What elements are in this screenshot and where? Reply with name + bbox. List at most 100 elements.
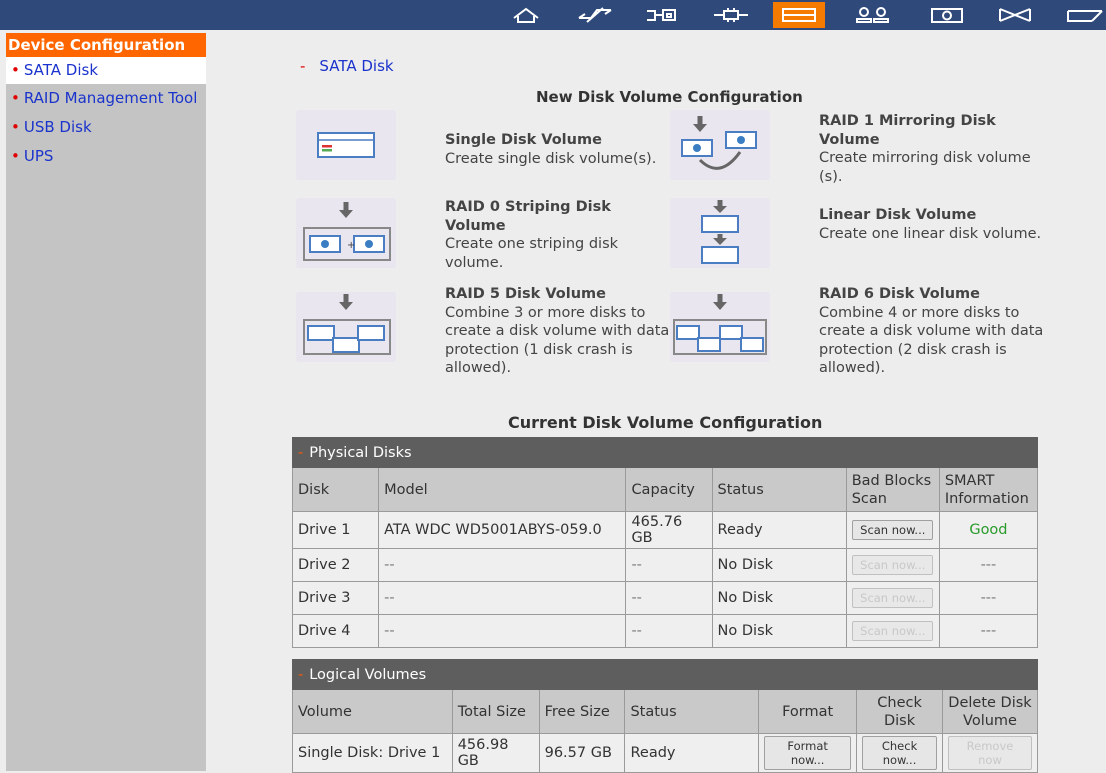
- capacity-cell: --: [625, 614, 713, 648]
- option-title: RAID 0 Striping Disk Volume: [445, 199, 611, 234]
- disk-cell: Drive 1: [291, 511, 380, 549]
- sidebar-item-ups[interactable]: • UPS: [6, 142, 206, 171]
- logical-volumes-label: Logical Volumes: [309, 666, 427, 683]
- option-title: RAID 6 Disk Volume: [819, 286, 980, 302]
- single-disk-volume-image[interactable]: [296, 110, 396, 180]
- option-desc: Combine 3 or more disks to create a disk…: [445, 304, 670, 377]
- sidebar-item-label: SATA Disk: [23, 61, 99, 79]
- option-desc: Create one striping disk volume.: [445, 236, 619, 271]
- smart-info-cell: ---: [938, 581, 1039, 615]
- column-header: Total Size: [451, 689, 540, 734]
- physical-disks-table: - Physical Disks Disk Model Capacity Stat…: [291, 437, 1039, 648]
- raid0-striping-option[interactable]: RAID 0 Striping Disk Volume Create one s…: [445, 198, 670, 272]
- disk-cell: Drive 2: [291, 548, 380, 582]
- column-header: Volume: [292, 689, 453, 734]
- option-desc: Create mirroring disk volume (s).: [819, 150, 1031, 185]
- system-tools-icon[interactable]: [706, 2, 756, 28]
- column-header: Status: [624, 689, 760, 734]
- smart-info-cell[interactable]: Good: [938, 511, 1039, 549]
- network-icon[interactable]: [572, 2, 618, 28]
- main-content: - SATA Disk New Disk Volume Configuration…: [206, 30, 1106, 773]
- device-config-icon[interactable]: [773, 2, 825, 28]
- table-row: Drive 3 -- -- No Disk Scan now... ---: [291, 581, 1039, 615]
- sidebar-item-label: RAID Management Tool: [23, 89, 198, 107]
- raid5-disk-volume-option[interactable]: RAID 5 Disk Volume Combine 3 or more dis…: [445, 285, 670, 378]
- sidebar-item-label: UPS: [23, 147, 54, 165]
- column-header: Format: [758, 689, 858, 734]
- model-cell: --: [378, 548, 627, 582]
- raid6-disk-volume-option[interactable]: RAID 6 Disk Volume Combine 4 or more dis…: [819, 285, 1044, 378]
- physical-disks-label: Physical Disks: [309, 444, 412, 461]
- sidebar-item-raid-management-tool[interactable]: • RAID Management Tool: [6, 84, 206, 113]
- section-link-sata-disk[interactable]: - SATA Disk: [300, 57, 394, 75]
- table-row: Drive 4 -- -- No Disk Scan now... ---: [291, 614, 1039, 648]
- logout-icon[interactable]: [1062, 2, 1106, 28]
- services-icon[interactable]: [640, 2, 686, 28]
- raid5-disk-volume-image[interactable]: [296, 292, 396, 362]
- single-disk-volume-option[interactable]: Single Disk Volume Create single disk vo…: [445, 131, 670, 168]
- column-header: Model: [378, 467, 627, 512]
- sidebar: Device Configuration • SATA Disk • RAID Ma…: [6, 33, 206, 771]
- raid0-striping-image[interactable]: +: [296, 198, 396, 268]
- format-now-button[interactable]: Format now...: [764, 736, 852, 770]
- status-cell: Ready: [711, 511, 847, 549]
- volume-cell: Single Disk: Drive 1: [292, 733, 453, 773]
- sidebar-item-label: USB Disk: [23, 118, 92, 136]
- status-cell: No Disk: [711, 614, 847, 648]
- scan-now-button: Scan now...: [852, 621, 934, 641]
- total-size-cell: 456.98 GB: [451, 733, 540, 773]
- home-icon[interactable]: [506, 2, 546, 28]
- sidebar-title: Device Configuration: [6, 33, 206, 57]
- capacity-cell: --: [625, 548, 713, 582]
- share-icon[interactable]: [990, 2, 1040, 28]
- disk-cell: Drive 4: [291, 614, 380, 648]
- raid1-mirroring-option[interactable]: RAID 1 Mirroring Disk Volume Create mirr…: [819, 112, 1044, 186]
- column-header: Capacity: [625, 467, 713, 512]
- bullet-icon: •: [11, 118, 20, 136]
- column-header: SMART Information: [938, 467, 1039, 512]
- raid1-mirroring-image[interactable]: [670, 110, 770, 180]
- option-title: RAID 5 Disk Volume: [445, 286, 606, 302]
- bullet-icon: •: [11, 147, 20, 165]
- svg-text:+: +: [347, 240, 355, 251]
- bullet-icon: •: [11, 89, 20, 107]
- bullet-icon: •: [11, 61, 20, 79]
- logical-volumes-table: - Logical Volumes Volume Total Size Free …: [292, 659, 1038, 773]
- physical-disks-bar[interactable]: - Physical Disks: [292, 437, 1038, 468]
- column-header: Free Size: [538, 689, 626, 734]
- option-desc: Combine 4 or more disks to create a disk…: [819, 304, 1044, 377]
- new-config-title: New Disk Volume Configuration: [536, 88, 803, 106]
- table-row: Drive 1 ATA WDC WD5001ABYS-059.0 465.76 …: [291, 511, 1039, 549]
- linear-disk-volume-option[interactable]: Linear Disk Volume Create one linear dis…: [819, 206, 1044, 243]
- linear-disk-volume-image[interactable]: [670, 198, 770, 268]
- free-size-cell: 96.57 GB: [538, 733, 626, 773]
- table-header-row: Volume Total Size Free Size Status Forma…: [292, 689, 1038, 734]
- option-desc: Create single disk volume(s).: [445, 150, 657, 167]
- capacity-cell: --: [625, 581, 713, 615]
- column-header: Check Disk: [856, 689, 944, 734]
- raid6-disk-volume-image[interactable]: [670, 292, 770, 362]
- table-header-row: Disk Model Capacity Status Bad Blocks Sc…: [291, 467, 1039, 512]
- user-management-icon[interactable]: [848, 2, 898, 28]
- check-now-button[interactable]: Check now...: [862, 736, 938, 770]
- sidebar-item-sata-disk[interactable]: • SATA Disk: [6, 57, 206, 84]
- scan-now-button: Scan now...: [852, 555, 934, 575]
- status-cell: No Disk: [711, 581, 847, 615]
- model-cell: --: [378, 581, 627, 615]
- option-title: Linear Disk Volume: [819, 207, 977, 223]
- model-cell: ATA WDC WD5001ABYS-059.0: [378, 511, 627, 549]
- sidebar-item-usb-disk[interactable]: • USB Disk: [6, 113, 206, 142]
- option-desc: Create one linear disk volume.: [819, 225, 1042, 242]
- table-row: Single Disk: Drive 1 456.98 GB 96.57 GB …: [292, 733, 1038, 773]
- remove-now-button: Remove now: [948, 736, 1032, 770]
- smart-info-cell: ---: [938, 614, 1039, 648]
- scan-now-button[interactable]: Scan now...: [852, 520, 934, 540]
- status-cell: No Disk: [711, 548, 847, 582]
- scan-now-button: Scan now...: [852, 588, 934, 608]
- option-title: Single Disk Volume: [445, 132, 602, 148]
- disk-status-icon[interactable]: [922, 2, 972, 28]
- column-header: Status: [711, 467, 847, 512]
- column-header: Disk: [291, 467, 380, 512]
- logical-volumes-bar[interactable]: - Logical Volumes: [292, 659, 1038, 690]
- disk-cell: Drive 3: [291, 581, 380, 615]
